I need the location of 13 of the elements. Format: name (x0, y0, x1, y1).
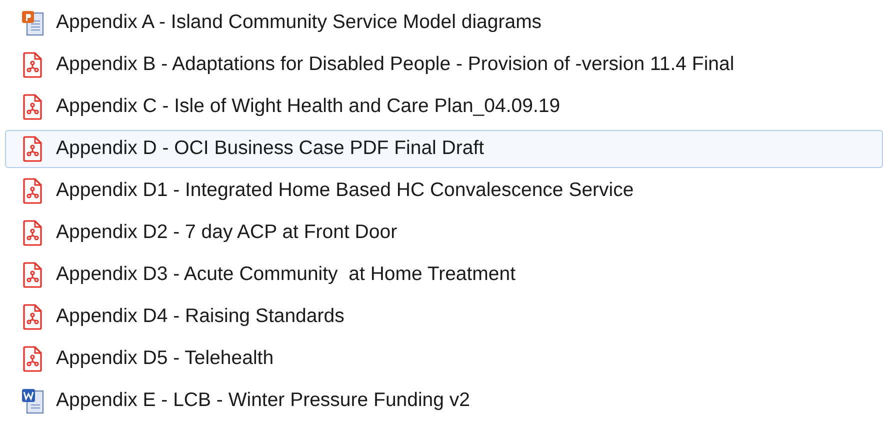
file-name: Appendix E - LCB - Winter Pressure Funding v2 (56, 388, 470, 414)
file-name: Appendix D1 - Integrated Home Based HC Convalescence Service (56, 178, 634, 204)
file-name: Appendix D3 - Acute Community at Home Treatment (56, 262, 516, 288)
file-name: Appendix D - OCI Business Case PDF Final Draft (56, 136, 484, 162)
file-item[interactable]: Appendix D - OCI Business Case PDF Final Draft (5, 130, 883, 168)
file-name: Appendix C - Isle of Wight Health and Care Plan_04.09.19 (56, 94, 560, 120)
file-name: Appendix B - Adaptations for Disabled People - Provision of -version 11.4 Final (56, 52, 734, 78)
file-name: Appendix D5 - Telehealth (56, 346, 274, 372)
word-file-icon (20, 387, 46, 415)
file-name: Appendix D2 - 7 day ACP at Front Door (56, 220, 398, 246)
presentation-file-icon (20, 9, 46, 37)
file-name: Appendix A - Island Community Service Model diagrams (56, 10, 542, 36)
file-name: Appendix D4 - Raising Standards (56, 304, 344, 330)
